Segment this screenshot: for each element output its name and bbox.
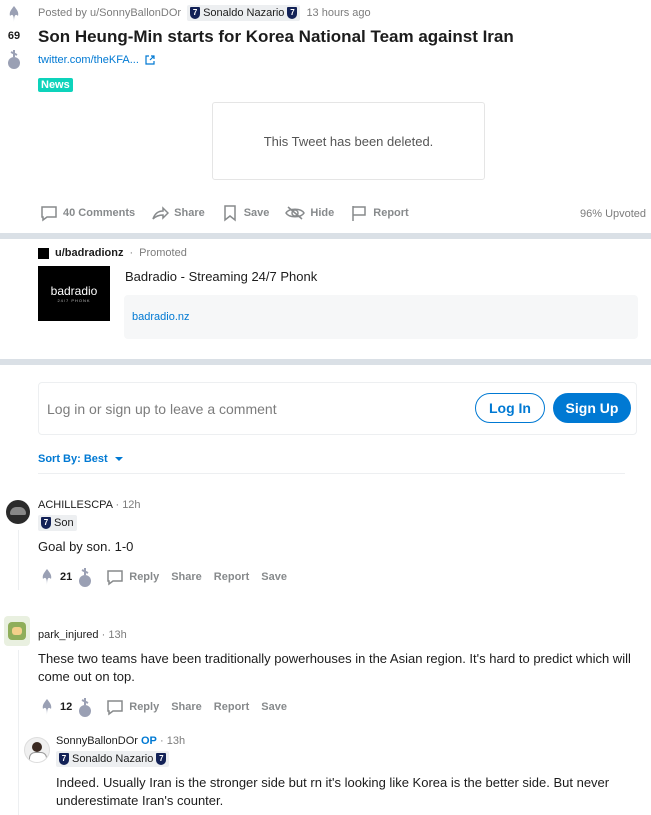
comment-time: 12h [122, 499, 141, 511]
hide-label: Hide [310, 207, 335, 219]
bookmark-icon [223, 205, 236, 222]
post-link[interactable]: twitter.com/theKFA... [38, 54, 155, 66]
share-button[interactable]: Share [151, 204, 205, 222]
divider [0, 359, 651, 365]
downvote-icon[interactable] [5, 48, 23, 70]
ad-url: badradio.nz [132, 311, 190, 323]
spurs-crest-icon: 7 [287, 7, 298, 19]
comment-score: 21 [60, 571, 73, 583]
external-link-icon [145, 55, 155, 65]
post-tag[interactable]: News [38, 78, 73, 92]
ad-title[interactable]: Badradio - Streaming 24/7 Phonk [125, 269, 317, 284]
comment-time: 13h [108, 629, 127, 641]
save-button[interactable]: Save [261, 701, 287, 713]
avatar[interactable] [4, 616, 30, 646]
comments-button[interactable]: 40 Comments [40, 204, 135, 222]
upvote-icon[interactable] [38, 697, 56, 717]
spurs-crest-icon: 7 [59, 753, 69, 765]
comment-text: Goal by son. 1-0 [38, 539, 134, 554]
post-time: 13 hours ago [306, 7, 371, 19]
comments-count: 40 Comments [63, 207, 136, 219]
tweet-embed: This Tweet has been deleted. [212, 102, 485, 180]
advertiser-icon [38, 247, 49, 259]
op-badge: OP [141, 735, 157, 747]
hide-icon [285, 206, 306, 220]
thread-line[interactable] [18, 530, 19, 590]
advertiser-name[interactable]: u/badradionz [55, 247, 123, 259]
spurs-crest-icon: 7 [156, 753, 167, 765]
login-button[interactable]: Log In [475, 393, 545, 423]
comment-icon [107, 570, 123, 586]
comment-flair: 7 Sonaldo Nazario 7 [56, 751, 170, 767]
comment-time: 13h [166, 735, 186, 747]
tweet-deleted-text: This Tweet has been deleted. [263, 133, 434, 149]
avatar[interactable] [6, 500, 30, 524]
report-button[interactable]: Report [350, 204, 409, 222]
downvote-icon[interactable] [76, 566, 94, 588]
share-button[interactable]: Share [171, 571, 202, 583]
comment-icon [41, 206, 57, 222]
signup-button[interactable]: Sign Up [553, 393, 631, 423]
author-flair: 7 Sonaldo Nazario 7 [187, 5, 301, 21]
avatar[interactable] [24, 737, 50, 763]
flag-icon [352, 206, 367, 221]
reply-label: Reply [129, 571, 160, 583]
post-link-text: twitter.com/theKFA... [38, 54, 139, 66]
caret-down-icon [114, 457, 123, 461]
comment-score: 12 [60, 701, 73, 713]
save-button[interactable]: Save [221, 204, 270, 222]
author-flair-text: Sonaldo Nazario [203, 7, 285, 19]
comment-author[interactable]: park_injured [38, 629, 99, 641]
comment-author[interactable]: SonnyBallonDOr [56, 735, 138, 747]
spurs-crest-icon: 7 [190, 7, 201, 19]
report-label: Report [373, 207, 409, 219]
save-label: Save [243, 207, 270, 219]
reply-label: Reply [129, 701, 160, 713]
divider [0, 233, 651, 239]
promoted-label: Promoted [139, 247, 187, 259]
comment-author[interactable]: ACHILLESCPA [38, 499, 112, 511]
upvote-icon[interactable] [38, 567, 56, 587]
report-button[interactable]: Report [214, 701, 249, 713]
share-label: Share [174, 207, 205, 219]
comment-text: Indeed. Usually Iran is the stronger sid… [56, 775, 610, 808]
save-button[interactable]: Save [261, 571, 287, 583]
ad-logo-text: badradio [50, 284, 98, 298]
ad-thumbnail[interactable]: badradio 24/7 PHONK [38, 266, 110, 321]
reply-button[interactable]: Reply [106, 568, 159, 586]
sort-dropdown[interactable]: Sort By: Best [38, 453, 124, 465]
comment-flair-text: Son [54, 517, 74, 529]
ad-logo-subtext: 24/7 PHONK [57, 298, 91, 303]
downvote-icon[interactable] [76, 696, 94, 718]
share-icon [152, 206, 170, 220]
reply-button[interactable]: Reply [106, 698, 159, 716]
comment-prompt: Log in or sign up to leave a comment [47, 401, 277, 417]
spurs-crest-icon: 7 [41, 517, 51, 529]
sort-divider [38, 473, 625, 474]
upvote-icon[interactable] [5, 4, 23, 24]
post-title[interactable]: Son Heung-Min starts for Korea National … [38, 27, 514, 47]
comment-icon [107, 700, 123, 716]
share-button[interactable]: Share [171, 701, 202, 713]
comment-flair-text: Sonaldo Nazario [72, 753, 154, 765]
comment-flair: 7 Son [38, 515, 77, 531]
post-author[interactable]: Posted by u/SonnyBallonDOr [38, 7, 181, 19]
hide-button[interactable]: Hide [285, 204, 334, 222]
thread-line[interactable] [18, 650, 19, 815]
ad-link-box[interactable]: badradio.nz [124, 295, 638, 339]
post-score: 69 [7, 30, 21, 42]
comment-signup-box: Log in or sign up to leave a comment [38, 382, 637, 435]
comment-text: These two teams have been traditionally … [38, 651, 631, 684]
report-button[interactable]: Report [214, 571, 249, 583]
sort-label: Sort By: Best [38, 453, 108, 465]
upvote-ratio: 96% Upvoted [580, 208, 647, 220]
